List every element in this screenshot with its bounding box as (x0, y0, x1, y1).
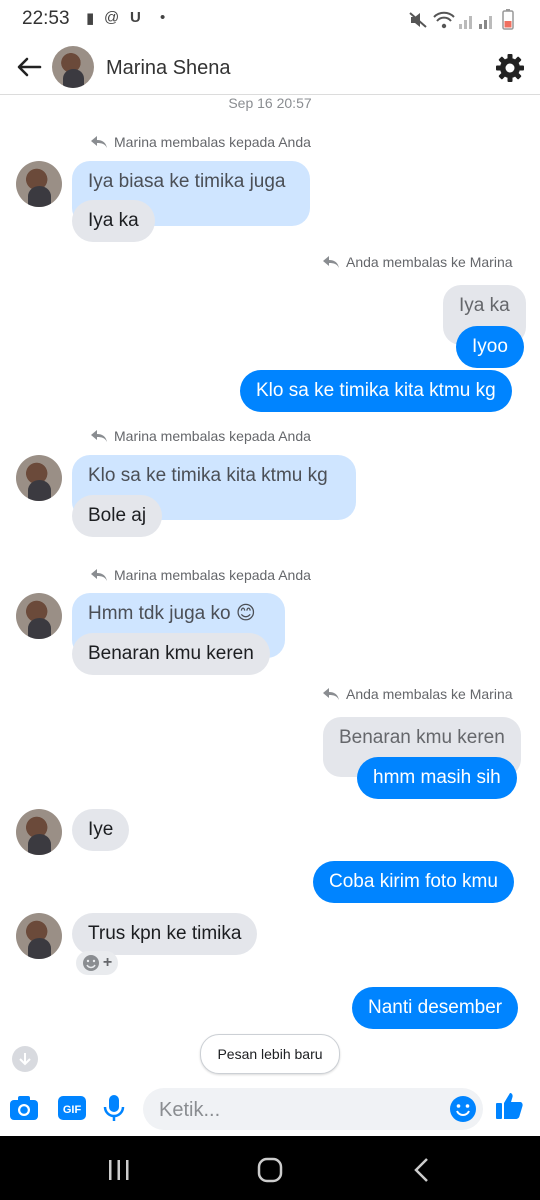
gif-icon[interactable]: GIF (56, 1092, 88, 1124)
reply-indicator: Anda membalas ke Marina (322, 254, 513, 270)
message-bubble[interactable]: Iya ka (72, 200, 155, 242)
reply-label: Marina membalas kepada Anda (114, 567, 311, 583)
message-input[interactable] (157, 1088, 441, 1132)
smiley-icon (82, 955, 99, 971)
camera-icon[interactable] (8, 1092, 40, 1124)
svg-text:GIF: GIF (63, 1104, 82, 1116)
reply-label: Marina membalas kepada Anda (114, 428, 311, 444)
message-bubble[interactable]: Bole aj (72, 495, 163, 537)
at-sign-icon: @ (104, 9, 120, 26)
reply-indicator: Marina membalas kepada Anda (90, 567, 311, 583)
message-bubble[interactable]: Iye (72, 809, 130, 851)
microphone-icon[interactable] (98, 1092, 130, 1124)
reply-icon (91, 569, 107, 581)
thumbs-up-icon[interactable] (494, 1090, 526, 1122)
wifi-icon (433, 11, 455, 29)
newer-messages-button[interactable]: Pesan lebih baru (200, 1034, 340, 1074)
message-bubble[interactable]: Trus kpn ke timika (72, 913, 258, 955)
signal-icon-1 (459, 16, 472, 29)
conversation-header: Marina Shena (0, 40, 540, 95)
status-bar: 22:53 ▮ @ U • (0, 0, 540, 40)
mute-icon (409, 12, 427, 28)
message-composer: GIF (0, 1080, 540, 1136)
reply-icon (91, 136, 107, 148)
reply-label: Anda membalas ke Marina (346, 686, 513, 702)
gear-icon[interactable] (494, 52, 526, 84)
chat-timestamp: Sep 16 20:57 (228, 95, 312, 111)
battery-icon (502, 9, 514, 30)
dot-icon: • (160, 9, 166, 26)
reply-icon (323, 256, 339, 268)
recent-apps-icon[interactable] (106, 1158, 132, 1182)
sender-avatar[interactable] (16, 161, 62, 207)
reply-indicator: Anda membalas ke Marina (322, 686, 513, 702)
reply-icon (323, 688, 339, 700)
back-nav-icon[interactable] (410, 1156, 432, 1184)
emoji-icon[interactable] (449, 1095, 477, 1123)
add-reaction-button[interactable]: + (76, 951, 118, 975)
sim-card-icon: ▮ (86, 10, 95, 27)
sender-avatar[interactable] (16, 593, 62, 639)
reply-indicator: Marina membalas kepada Anda (90, 428, 311, 444)
reply-indicator: Marina membalas kepada Anda (90, 134, 311, 150)
contact-name[interactable]: Marina Shena (106, 57, 231, 80)
home-icon[interactable] (256, 1156, 284, 1184)
u-notification-icon: U (130, 9, 141, 26)
contact-avatar[interactable] (52, 46, 94, 88)
message-bubble[interactable]: Iyoo (456, 326, 524, 368)
sender-avatar[interactable] (16, 455, 62, 501)
sender-avatar[interactable] (16, 913, 62, 959)
message-input-container (143, 1088, 483, 1132)
arrow-down-icon (19, 1053, 31, 1066)
message-bubble[interactable]: Coba kirim foto kmu (313, 861, 514, 903)
reply-icon (91, 430, 107, 442)
sender-avatar[interactable] (16, 809, 62, 855)
scroll-down-button[interactable] (12, 1046, 38, 1072)
status-time: 22:53 (22, 8, 70, 29)
signal-icon-2 (479, 16, 492, 29)
message-bubble[interactable]: Klo sa ke timika kita ktmu kg (240, 370, 512, 412)
plus-icon: + (102, 954, 113, 971)
system-navigation-bar (0, 1136, 540, 1200)
message-bubble[interactable]: Nanti desember (352, 987, 519, 1029)
message-bubble[interactable]: hmm masih sih (357, 757, 517, 799)
message-bubble[interactable]: Benaran kmu keren (72, 633, 270, 675)
reply-label: Anda membalas ke Marina (346, 254, 513, 270)
back-arrow-icon[interactable] (14, 52, 44, 82)
reply-label: Marina membalas kepada Anda (114, 134, 311, 150)
